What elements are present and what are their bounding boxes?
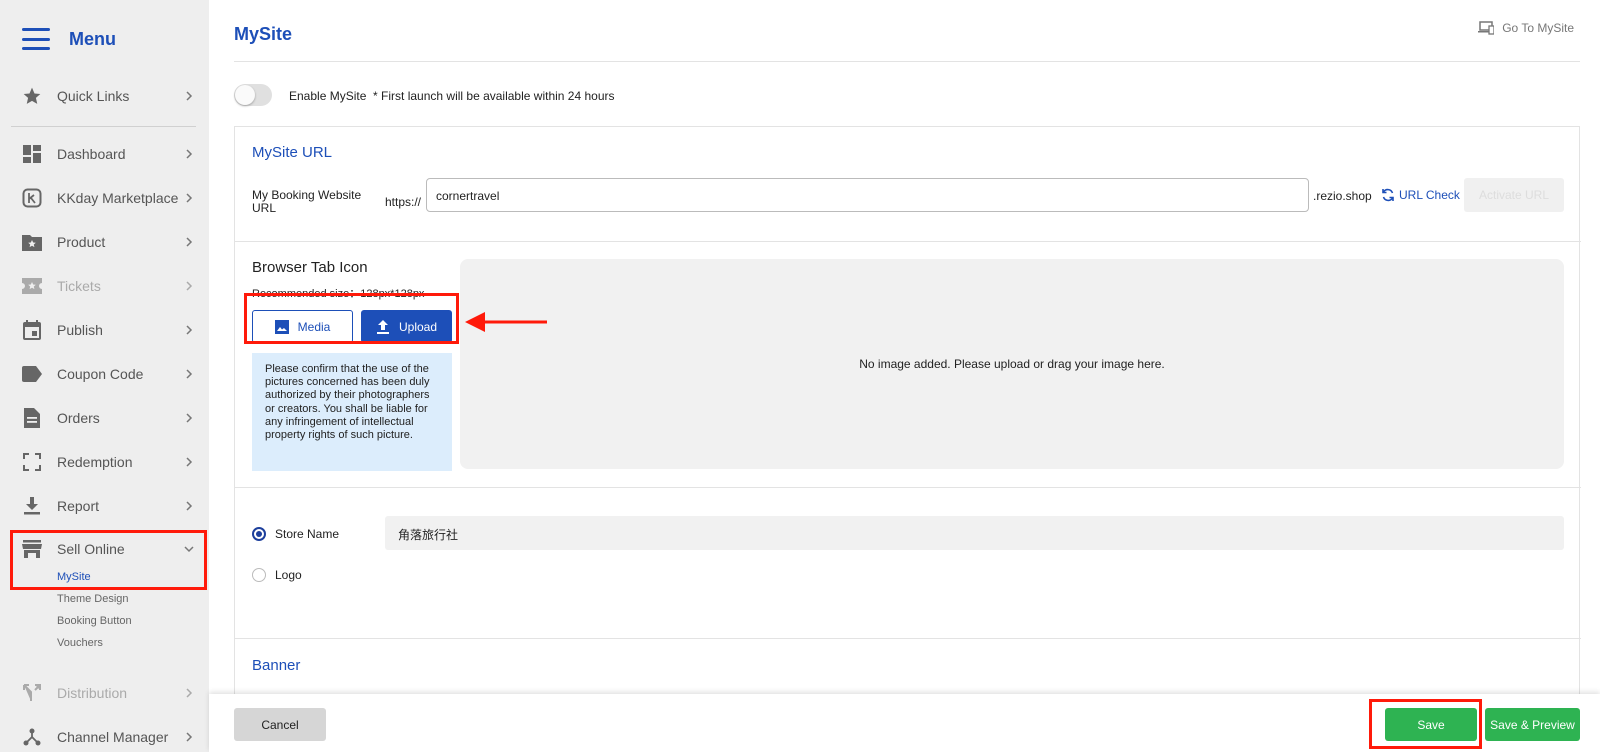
chevron-right-icon [186,369,193,379]
browser-tab-icon-title: Browser Tab Icon [252,259,368,276]
logo-label: Logo [275,568,302,582]
sidebar-item-label: Report [57,498,100,514]
highlight-box-upload [244,293,459,344]
sidebar-item-quick-links[interactable]: Quick Links [0,76,209,116]
url-prefix: https:// [385,195,422,209]
tag-icon [22,364,42,384]
toggle-knob [235,85,255,105]
booking-url-label: My Booking Website URL [252,188,362,215]
sidebar-item-label: Product [57,234,106,250]
save-preview-button[interactable]: Save & Preview [1485,708,1580,741]
url-input[interactable]: cornertravel [426,178,1309,212]
sidebar-item-label: Redemption [57,454,133,470]
sidebar-subitem-vouchers[interactable]: Vouchers [57,637,103,649]
calendar-icon [22,320,42,340]
refresh-icon [1382,188,1394,202]
cancel-button[interactable]: Cancel [234,708,326,741]
sidebar-item-label: Publish [57,322,103,338]
scan-icon [22,452,42,472]
split-icon [22,683,42,703]
devices-icon [1478,21,1495,35]
sidebar-item-tickets[interactable]: Tickets [0,266,209,306]
radio-selected-icon [252,527,266,541]
highlight-box-save [1369,699,1482,749]
go-to-mysite-label: Go To MySite [1502,21,1574,35]
red-arrow-icon [465,312,547,332]
image-dropzone[interactable]: No image added. Please upload or drag yo… [460,259,1564,469]
banner-title: Banner [252,657,301,674]
section-divider [235,638,1581,639]
page-title: MySite [234,24,293,44]
chevron-right-icon [186,413,193,423]
url-check-label: URL Check [1399,188,1460,202]
chevron-right-icon [186,237,193,247]
chevron-right-icon [186,457,193,467]
copyright-notice: Please confirm that the use of the pictu… [252,353,452,471]
store-name-radio[interactable]: Store Name [252,527,339,541]
sidebar-item-label: Quick Links [57,88,130,104]
store-name-input[interactable]: 角落旅行社 [385,516,1564,550]
sidebar-item-report[interactable]: Report [0,486,209,526]
activate-url-button[interactable]: Activate URL [1464,178,1564,212]
sidebar-item-label: Distribution [57,685,128,701]
chevron-right-icon [186,193,193,203]
product-folder-icon [22,232,42,252]
sidebar-item-distribution[interactable]: Distribution [0,673,209,713]
section-divider [235,487,1581,488]
star-icon [22,86,42,106]
kkday-icon [22,188,42,208]
sidebar-item-dashboard[interactable]: Dashboard [0,134,209,174]
chevron-right-icon [186,149,193,159]
document-icon [22,408,42,428]
sidebar-item-label: Coupon Code [57,366,144,382]
ticket-icon [22,276,42,296]
sidebar-item-kkday-marketplace[interactable]: KKday Marketplace [0,178,209,218]
sidebar-item-channel-manager[interactable]: Channel Manager [0,717,209,752]
enable-mysite-label: Enable MySite * First launch will be ava… [289,89,615,103]
chevron-right-icon [186,732,193,742]
enable-mysite-toggle[interactable] [234,84,272,106]
section-divider [235,241,1581,242]
chevron-right-icon [186,688,193,698]
chevron-right-icon [186,281,193,291]
sidebar-item-redemption[interactable]: Redemption [0,442,209,482]
sidebar: Menu Quick Links Dashboard KKday Marketp… [0,0,209,752]
dashboard-icon [22,144,42,164]
mysite-url-title: MySite URL [252,144,333,161]
logo-radio[interactable]: Logo [252,568,302,582]
highlight-box-sell-online [10,530,207,590]
sidebar-divider [11,126,196,127]
title-divider [234,61,1580,62]
sidebar-item-orders[interactable]: Orders [0,398,209,438]
sidebar-subitem-booking-button[interactable]: Booking Button [57,615,132,627]
settings-card: MySite URL My Booking Website URL https:… [234,126,1581,752]
network-icon [22,727,42,747]
store-name-label: Store Name [275,527,340,541]
chevron-right-icon [186,501,193,511]
sidebar-item-label: Tickets [57,278,101,294]
go-to-mysite-link[interactable]: Go To MySite [1478,21,1574,35]
chevron-right-icon [186,325,193,335]
dropzone-text: No image added. Please upload or drag yo… [859,357,1165,371]
radio-unselected-icon [252,568,266,582]
chevron-right-icon [186,91,193,101]
sidebar-item-publish[interactable]: Publish [0,310,209,350]
sidebar-item-label: Dashboard [57,146,126,162]
menu-header[interactable]: Menu [22,28,116,50]
sidebar-item-coupon-code[interactable]: Coupon Code [0,354,209,394]
sidebar-subitem-theme-design[interactable]: Theme Design [57,593,129,605]
action-footer: Cancel Save Save & Preview [209,694,1600,752]
menu-title: Menu [69,28,116,49]
download-icon [22,496,42,516]
url-check-link[interactable]: URL Check [1381,188,1460,202]
main-content: MySite Go To MySite Enable MySite * Firs… [209,0,1600,752]
sidebar-item-label: KKday Marketplace [57,190,179,206]
sidebar-item-product[interactable]: Product [0,222,209,262]
url-suffix: .rezio.shop [1313,189,1372,203]
sidebar-item-label: Orders [57,410,100,426]
sidebar-item-label: Channel Manager [57,729,169,745]
hamburger-icon[interactable] [22,28,50,50]
